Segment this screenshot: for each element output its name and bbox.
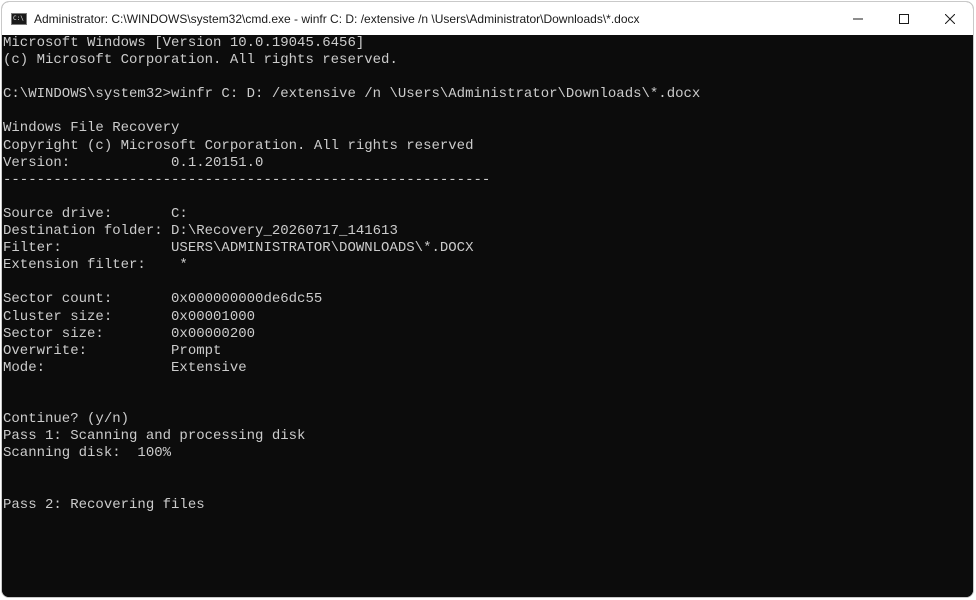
minimize-button[interactable] xyxy=(835,2,881,35)
cmd-app-icon[interactable]: C:\ xyxy=(11,12,27,25)
window-controls xyxy=(835,2,973,35)
console-line: Mode: Extensive xyxy=(3,359,247,376)
maximize-button[interactable] xyxy=(881,2,927,35)
console-line: Sector count: 0x000000000de6dc55 xyxy=(3,291,323,308)
close-icon xyxy=(945,13,955,24)
console-line: Overwrite: Prompt xyxy=(3,342,222,359)
console-line: Cluster size: 0x00001000 xyxy=(3,308,256,325)
console-line: Extension filter: * xyxy=(3,257,188,274)
minimize-icon xyxy=(853,18,863,19)
console-line: Sector size: 0x00000200 xyxy=(3,325,256,342)
console-text: Microsoft Windows [Version 10.0.19045.64… xyxy=(2,35,973,514)
console-line: C:\WINDOWS\system32>winfr C: D: /extensi… xyxy=(3,86,701,103)
console-line: Scanning disk: 100% xyxy=(3,445,172,462)
close-button[interactable] xyxy=(927,2,973,35)
console-line: Source drive: C: xyxy=(3,205,188,222)
console-line: ----------------------------------------… xyxy=(3,171,491,188)
console-line: Copyright (c) Microsoft Corporation. All… xyxy=(3,137,474,154)
window-title: Administrator: C:\WINDOWS\system32\cmd.e… xyxy=(34,11,640,26)
maximize-icon xyxy=(899,13,909,24)
console-line: Microsoft Windows [Version 10.0.19045.64… xyxy=(3,35,365,51)
title-bar[interactable]: C:\ Administrator: C:\WINDOWS\system32\c… xyxy=(2,2,973,35)
console-line: Version: 0.1.20151.0 xyxy=(3,154,264,171)
console-line: (c) Microsoft Corporation. All rights re… xyxy=(3,52,398,69)
console-line: Pass 1: Scanning and processing disk xyxy=(3,428,306,445)
console-line: Pass 2: Recovering files xyxy=(3,496,205,513)
console-line: Filter: USERS\ADMINISTRATOR\DOWNLOADS\*.… xyxy=(3,240,474,257)
console-output-area[interactable]: Microsoft Windows [Version 10.0.19045.64… xyxy=(2,35,973,597)
console-line: Windows File Recovery xyxy=(3,120,180,137)
console-scrollbar[interactable] xyxy=(972,35,973,597)
app-icon-glyph: C:\ xyxy=(13,14,24,22)
console-line: Continue? (y/n) xyxy=(3,411,130,428)
console-line: Destination folder: D:\Recovery_20260717… xyxy=(3,223,398,240)
cmd-window: C:\ Administrator: C:\WINDOWS\system32\c… xyxy=(1,1,974,598)
